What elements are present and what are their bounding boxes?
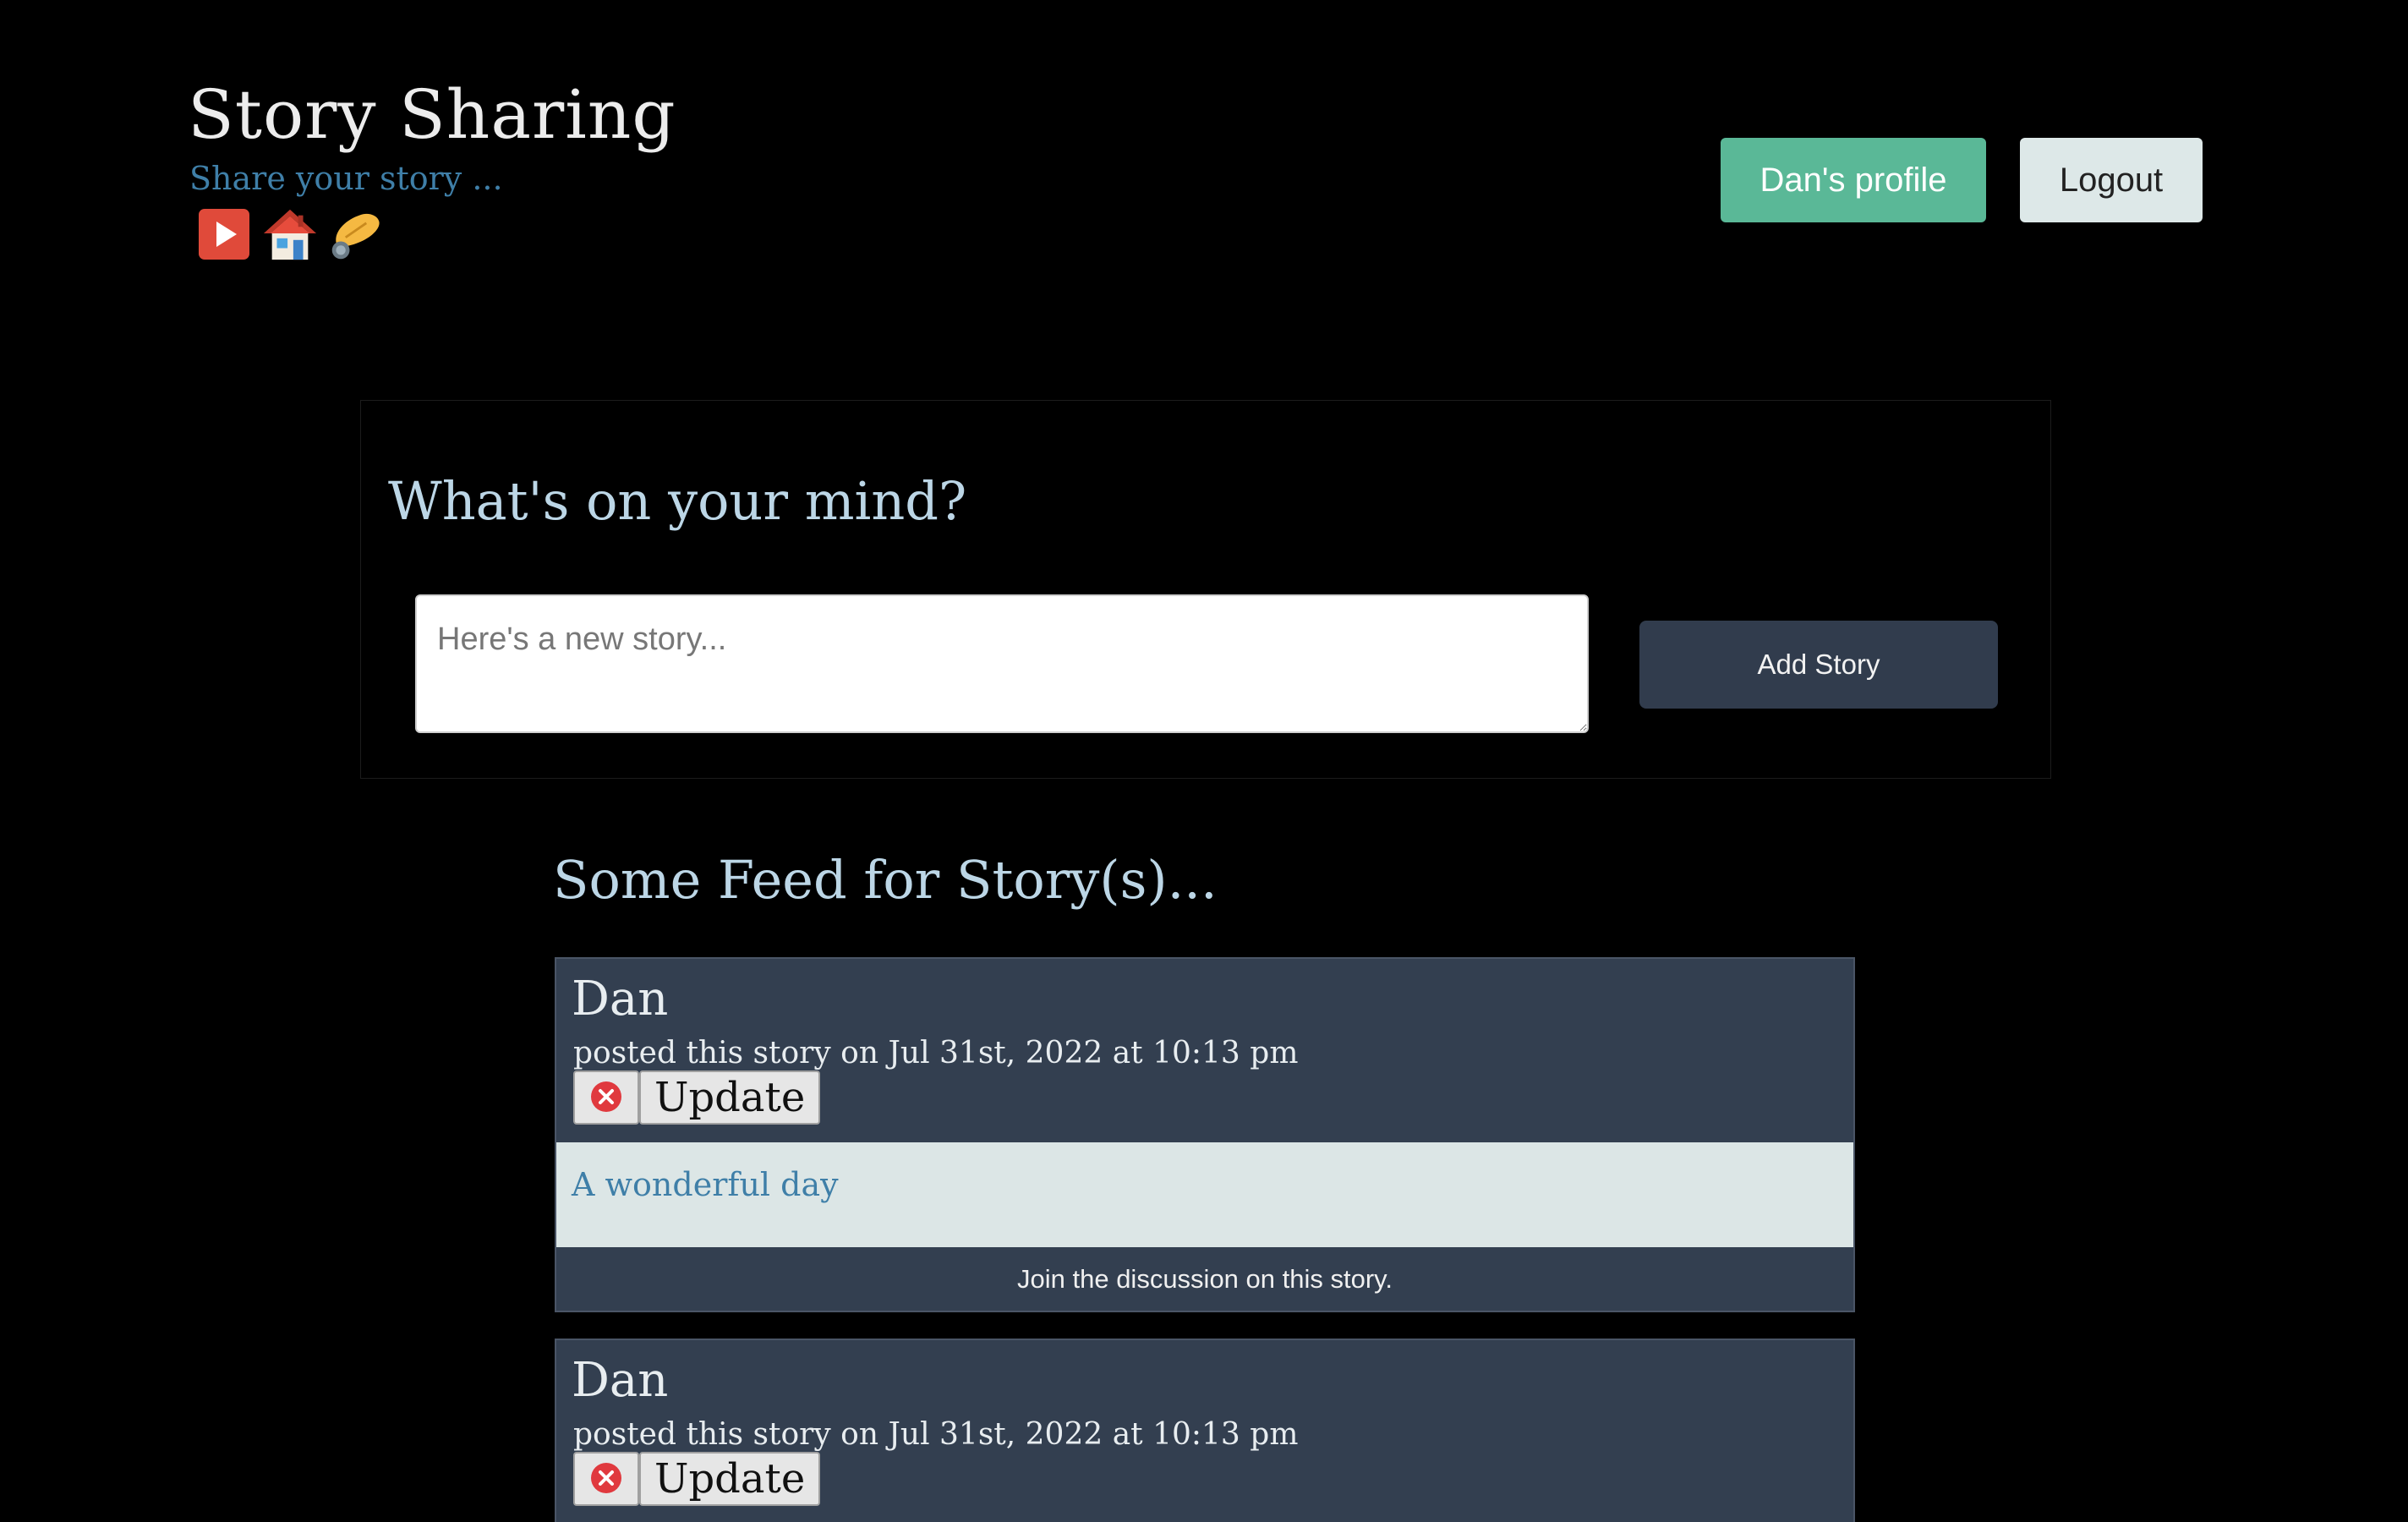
feed-heading: Some Feed for Story(s)... [553,849,1218,911]
story-actions: Update [573,1452,821,1506]
update-button[interactable]: Update [639,1452,821,1506]
hand-icon[interactable] [328,206,384,262]
story-input[interactable] [415,594,1589,733]
close-circle-icon [589,1461,623,1497]
header-icon-row [196,206,384,262]
site-title: Story Sharing [188,75,676,154]
story-author: Dan [572,1353,669,1408]
youtube-icon[interactable] [196,206,252,262]
discussion-link[interactable]: Join the discussion on this story. [556,1247,1853,1311]
composer-heading: What's on your mind? [388,470,967,532]
story-content: A wonderful day [556,1142,1853,1247]
story-author: Dan [572,972,669,1027]
story-card: Dan posted this story on Jul 31st, 2022 … [555,1339,1855,1522]
add-story-button[interactable]: Add Story [1639,621,1998,709]
close-circle-icon [589,1080,623,1116]
profile-button[interactable]: Dan's profile [1721,138,1986,222]
delete-button[interactable] [573,1452,639,1506]
story-card: Dan posted this story on Jul 31st, 2022 … [555,957,1855,1312]
story-meta: posted this story on Jul 31st, 2022 at 1… [573,1417,1299,1452]
update-button[interactable]: Update [639,1070,821,1125]
site-subtitle: Share your story ... [189,160,503,197]
delete-button[interactable] [573,1070,639,1125]
logout-button[interactable]: Logout [2020,138,2203,222]
story-meta: posted this story on Jul 31st, 2022 at 1… [573,1036,1299,1070]
story-text: A wonderful day [572,1166,839,1203]
story-composer: What's on your mind? Add Story [360,400,2051,779]
house-icon[interactable] [262,206,318,262]
story-actions: Update [573,1070,821,1125]
